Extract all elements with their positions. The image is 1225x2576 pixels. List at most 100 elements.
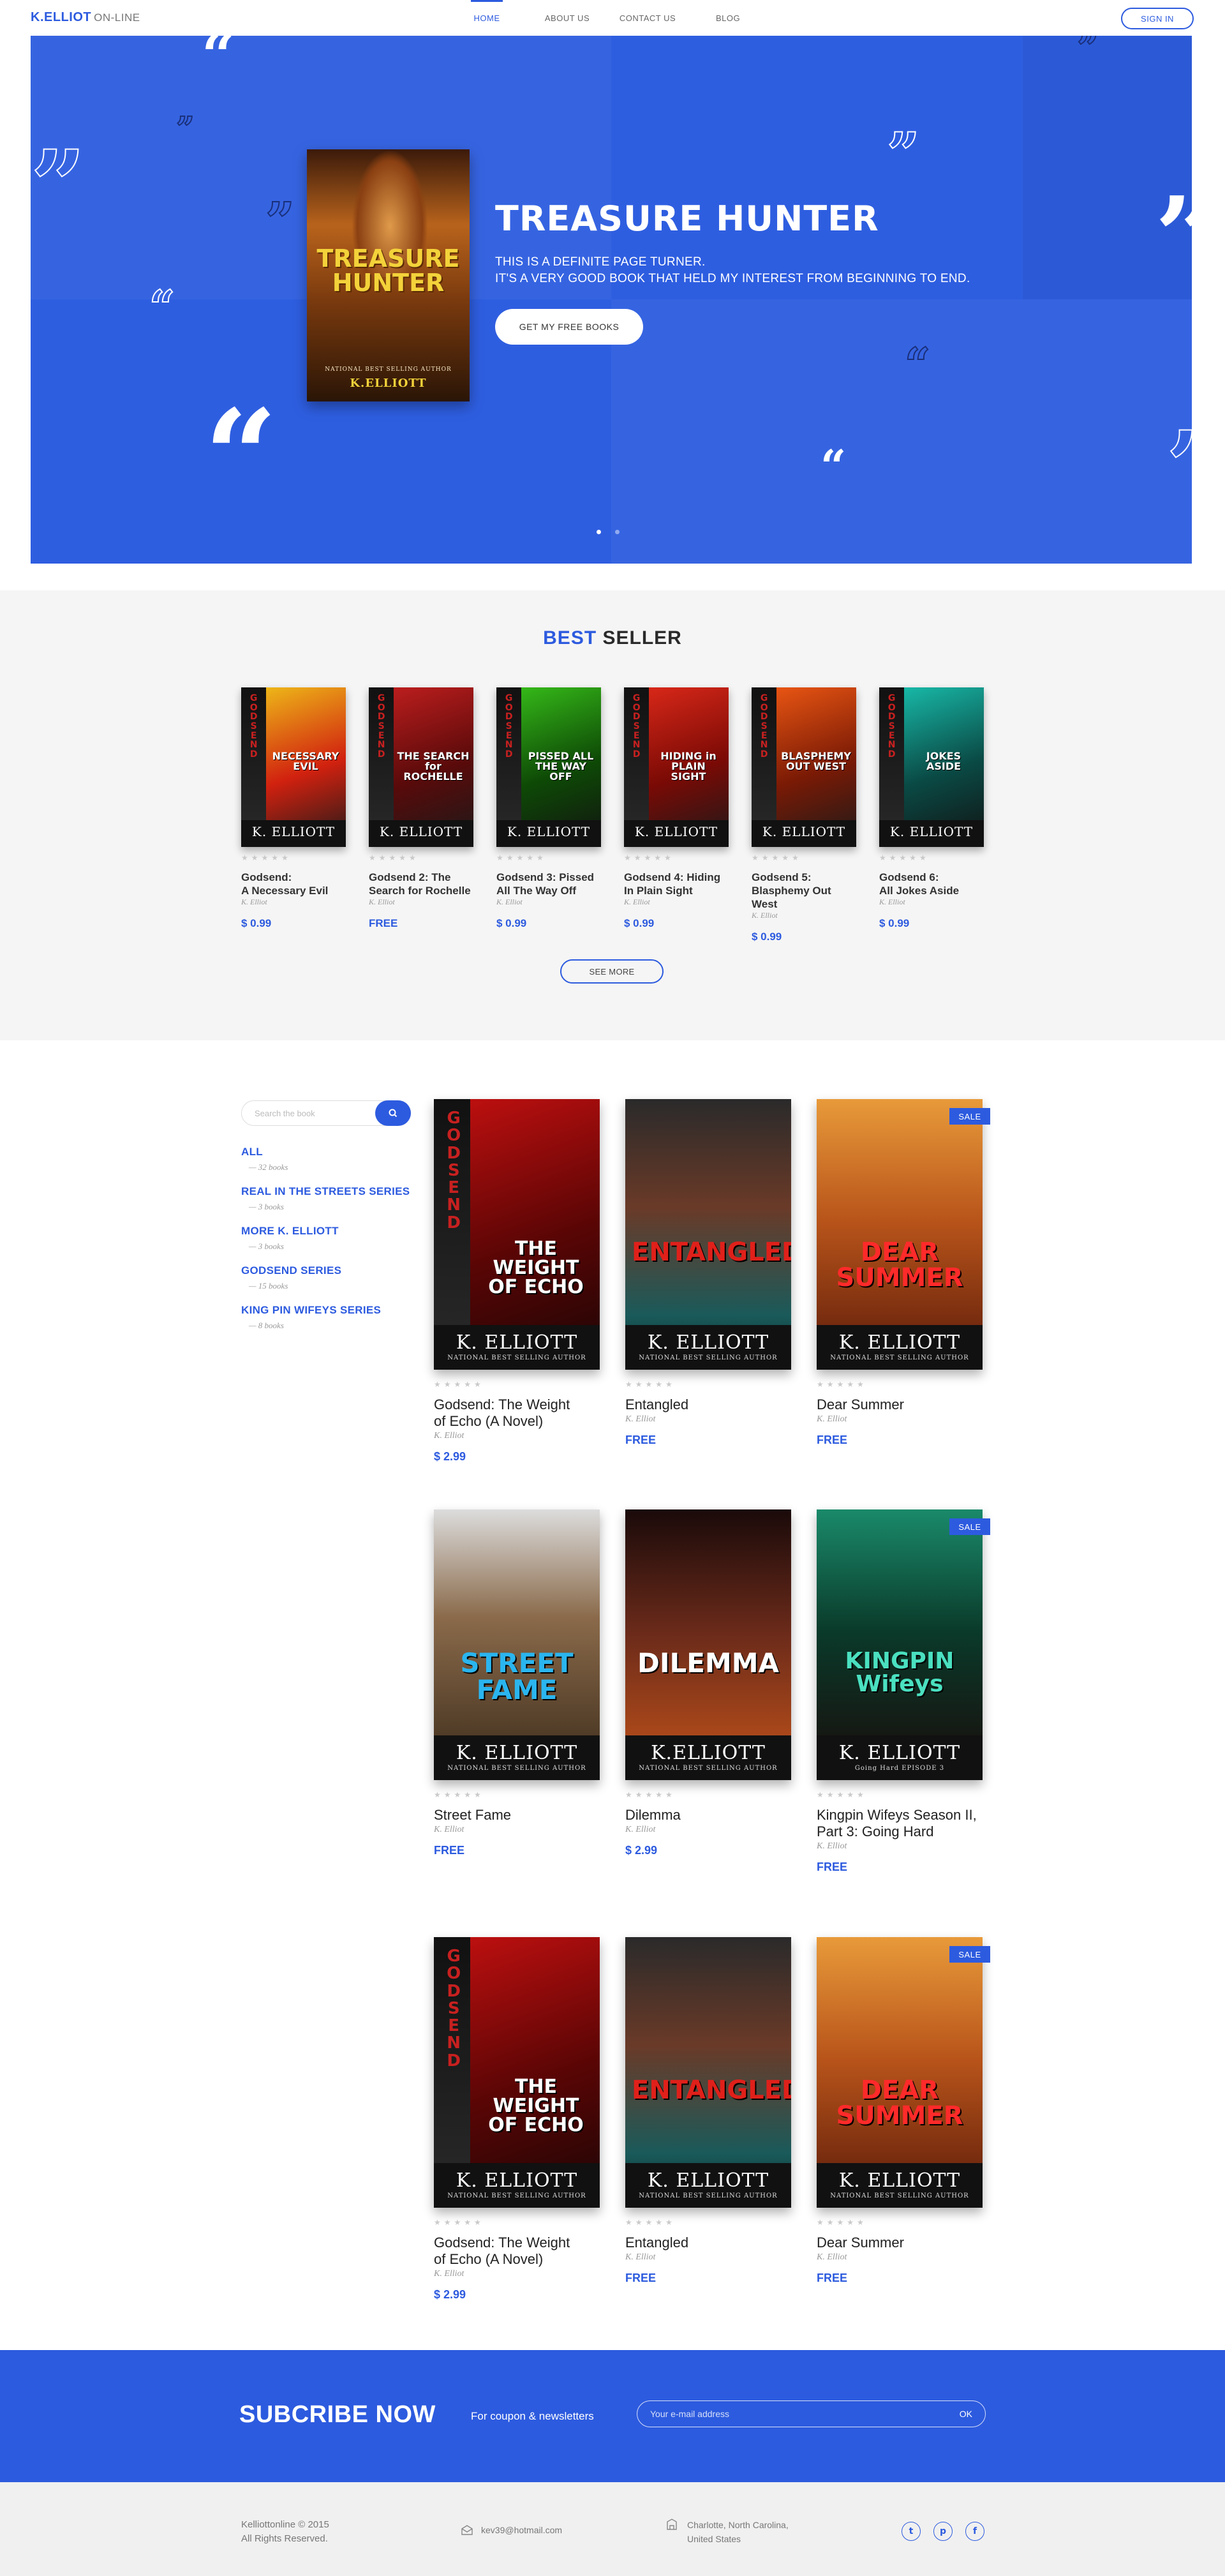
category-item-real-in-the-streets[interactable]: REAL IN THE STREETS SERIES — 3 books	[241, 1185, 433, 1225]
cover-author: K. ELLIOTT	[838, 2169, 961, 2192]
cover-author: K. ELLIOTT	[762, 824, 846, 839]
book-card[interactable]: DILEMMA K.ELLIOTT NATIONAL BEST SELLING …	[625, 1509, 791, 1857]
book-cover[interactable]: ENTANGLED K. ELLIOTT NATIONAL BEST SELLI…	[625, 1937, 791, 2208]
quote-icon: “	[904, 338, 931, 391]
book-title[interactable]: Godsend 3: Pissed All The Way Off	[496, 871, 601, 897]
subscribe-ok-button[interactable]: OK	[960, 2401, 972, 2427]
book-title[interactable]: Entangled	[625, 1397, 791, 1413]
hero-cover-tagline: NATIONAL BEST SELLING AUTHOR	[325, 366, 452, 373]
book-title[interactable]: Street Fame	[434, 1807, 600, 1823]
category-item-more-k-elliott[interactable]: MORE K. ELLIOTT — 3 books	[241, 1225, 433, 1264]
book-cover[interactable]: GODSEND THE WEIGHT OF ECHO K. ELLIOTT NA…	[434, 1099, 600, 1370]
twitter-icon[interactable]: t	[902, 2522, 921, 2541]
cover-title: JOKES ASIDE	[926, 750, 961, 772]
slider-dot[interactable]	[597, 530, 601, 534]
cover-tagline: NATIONAL BEST SELLING AUTHOR	[447, 1354, 586, 1361]
book-cover[interactable]: DILEMMA K.ELLIOTT NATIONAL BEST SELLING …	[625, 1509, 791, 1780]
book-price: $ 0.99	[241, 917, 272, 929]
best-seller-card[interactable]: GODSEND BLASPHEMY OUT WEST K. ELLIOTT ★★…	[752, 687, 856, 943]
email-input[interactable]	[650, 2401, 931, 2427]
book-cover[interactable]: DEAR SUMMER K. ELLIOTT NATIONAL BEST SEL…	[817, 1937, 983, 2208]
footer-email[interactable]: kev39@hotmail.com	[461, 2524, 562, 2536]
book-title[interactable]: Dilemma	[625, 1807, 791, 1823]
facebook-icon[interactable]: f	[965, 2522, 984, 2541]
book-title[interactable]: Entangled	[625, 2235, 791, 2251]
book-title-line: Dilemma	[625, 1807, 681, 1823]
book-card[interactable]: GODSEND THE WEIGHT OF ECHO K. ELLIOTT NA…	[434, 1099, 600, 1464]
book-price: $ 0.99	[752, 931, 782, 943]
book-card[interactable]: GODSEND THE WEIGHT OF ECHO K. ELLIOTT NA…	[434, 1937, 600, 2302]
hero-book-cover[interactable]: TREASURE HUNTER NATIONAL BEST SELLING AUT…	[307, 149, 470, 401]
best-seller-card[interactable]: GODSEND THE SEARCH for ROCHELLE K. ELLIO…	[369, 687, 473, 930]
book-title[interactable]: Dear Summer	[817, 2235, 983, 2251]
book-card[interactable]: ENTANGLED K. ELLIOTT NATIONAL BEST SELLI…	[625, 1937, 791, 2285]
book-title[interactable]: Godsend 5: Blasphemy Out West	[752, 871, 856, 911]
nav-contact-us[interactable]: CONTACT US	[607, 0, 688, 36]
cover-author: K. ELLIOTT	[838, 1742, 961, 1764]
category-item-king-pin-wifeys[interactable]: KING PIN WIFEYS SERIES — 8 books	[241, 1304, 433, 1344]
book-title[interactable]: Godsend 4: Hiding In Plain Sight	[624, 871, 729, 897]
book-author: K. Elliot	[817, 1841, 847, 1851]
book-cover[interactable]: GODSEND NECESSARY EVIL K. ELLIOTT	[241, 687, 346, 847]
book-card[interactable]: DEAR SUMMER K. ELLIOTT NATIONAL BEST SEL…	[817, 1099, 990, 1447]
book-price: FREE	[817, 2272, 848, 2284]
cover-tagline: NATIONAL BEST SELLING AUTHOR	[830, 1354, 969, 1361]
book-card[interactable]: STREET FAME K. ELLIOTT NATIONAL BEST SEL…	[434, 1509, 600, 1857]
book-cover[interactable]: ENTANGLED K. ELLIOTT NATIONAL BEST SELLI…	[625, 1099, 791, 1370]
book-author: K. Elliot	[434, 1825, 464, 1834]
search-input[interactable]	[255, 1101, 369, 1125]
best-seller-card[interactable]: GODSEND NECESSARY EVIL K. ELLIOTT ★★★★★ …	[241, 687, 346, 930]
best-seller-card[interactable]: GODSEND HIDING in PLAIN SIGHT K. ELLIOTT…	[624, 687, 729, 930]
footer: Kelliottonline © 2015 All Rights Reserve…	[0, 2482, 1225, 2576]
book-title-line: Dear Summer	[817, 1397, 904, 1412]
book-card[interactable]: DEAR SUMMER K. ELLIOTT NATIONAL BEST SEL…	[817, 1937, 990, 2285]
book-cover[interactable]: KINGPIN Wifeys K. ELLIOTT Going Hard EPI…	[817, 1509, 983, 1780]
book-title[interactable]: Godsend 6: All Jokes Aside	[879, 871, 984, 897]
book-cover[interactable]: GODSEND BLASPHEMY OUT WEST K. ELLIOTT	[752, 687, 856, 847]
book-title[interactable]: Godsend: The Weight of Echo (A Novel)	[434, 2235, 600, 2268]
book-cover[interactable]: STREET FAME K. ELLIOTT NATIONAL BEST SEL…	[434, 1509, 600, 1780]
book-author: K. Elliot	[496, 897, 523, 906]
book-title[interactable]: Dear Summer	[817, 1397, 983, 1413]
site-logo[interactable]: K.ELLIOT ON-LINE	[31, 10, 140, 25]
book-cover[interactable]: GODSEND THE WEIGHT OF ECHO K. ELLIOTT NA…	[434, 1937, 600, 2208]
sign-in-button[interactable]: SIGN IN	[1121, 8, 1194, 29]
book-cover[interactable]: GODSEND HIDING in PLAIN SIGHT K. ELLIOTT	[624, 687, 729, 847]
cover-author: K. ELLIOTT	[889, 824, 974, 839]
rating-stars: ★★★★★	[625, 2218, 676, 2227]
search-button[interactable]	[375, 1100, 411, 1126]
get-free-books-button[interactable]: GET MY FREE BOOKS	[495, 309, 643, 345]
category-count: — 8 books	[249, 1321, 284, 1330]
best-seller-card[interactable]: GODSEND PISSED ALL THE WAY OFF K. ELLIOT…	[496, 687, 601, 930]
category-item-all[interactable]: ALL — 32 books	[241, 1146, 433, 1185]
cover-author: K. ELLIOTT	[647, 1331, 769, 1354]
book-cover[interactable]: GODSEND JOKES ASIDE K. ELLIOTT	[879, 687, 984, 847]
nav-home[interactable]: HOME	[447, 0, 527, 36]
cover-author: K. ELLIOTT	[507, 824, 591, 839]
book-cover[interactable]: GODSEND THE SEARCH for ROCHELLE K. ELLIO…	[369, 687, 473, 847]
hero-text-line: IT'S A VERY GOOD BOOK THAT HELD MY INTER…	[495, 272, 970, 285]
pinterest-icon[interactable]: p	[933, 2522, 953, 2541]
book-title-line: Entangled	[625, 2235, 689, 2250]
book-card[interactable]: KINGPIN Wifeys K. ELLIOTT Going Hard EPI…	[817, 1509, 990, 1874]
book-title[interactable]: Godsend: The Weight of Echo (A Novel)	[434, 1397, 600, 1430]
sale-badge: SALE	[949, 1108, 990, 1125]
hero-panel	[611, 299, 1192, 564]
book-card[interactable]: ENTANGLED K. ELLIOTT NATIONAL BEST SELLI…	[625, 1099, 791, 1447]
hero-cover-title: TREASURE HUNTER	[316, 244, 460, 297]
nav-blog[interactable]: BLOG	[688, 0, 768, 36]
book-cover[interactable]: DEAR SUMMER K. ELLIOTT NATIONAL BEST SEL…	[817, 1099, 983, 1370]
book-author: K. Elliot	[434, 2269, 464, 2279]
book-cover[interactable]: GODSEND PISSED ALL THE WAY OFF K. ELLIOT…	[496, 687, 601, 847]
best-seller-card[interactable]: GODSEND JOKES ASIDE K. ELLIOTT ★★★★★ God…	[879, 687, 984, 930]
category-item-godsend[interactable]: GODSEND SERIES — 15 books	[241, 1264, 433, 1304]
cover-tagline: NATIONAL BEST SELLING AUTHOR	[447, 2192, 586, 2199]
see-more-button[interactable]: SEE MORE	[560, 959, 664, 984]
book-title[interactable]: Godsend: A Necessary Evil	[241, 871, 346, 897]
book-title[interactable]: Kingpin Wifeys Season II, Part 3: Going H…	[817, 1807, 983, 1840]
book-title[interactable]: Godsend 2: The Search for Rochelle	[369, 871, 473, 897]
sale-badge: SALE	[949, 1518, 990, 1535]
nav-about-us[interactable]: ABOUT US	[527, 0, 607, 36]
slider-dot[interactable]	[615, 530, 620, 534]
cover-author: K.ELLIOTT	[651, 1742, 766, 1764]
